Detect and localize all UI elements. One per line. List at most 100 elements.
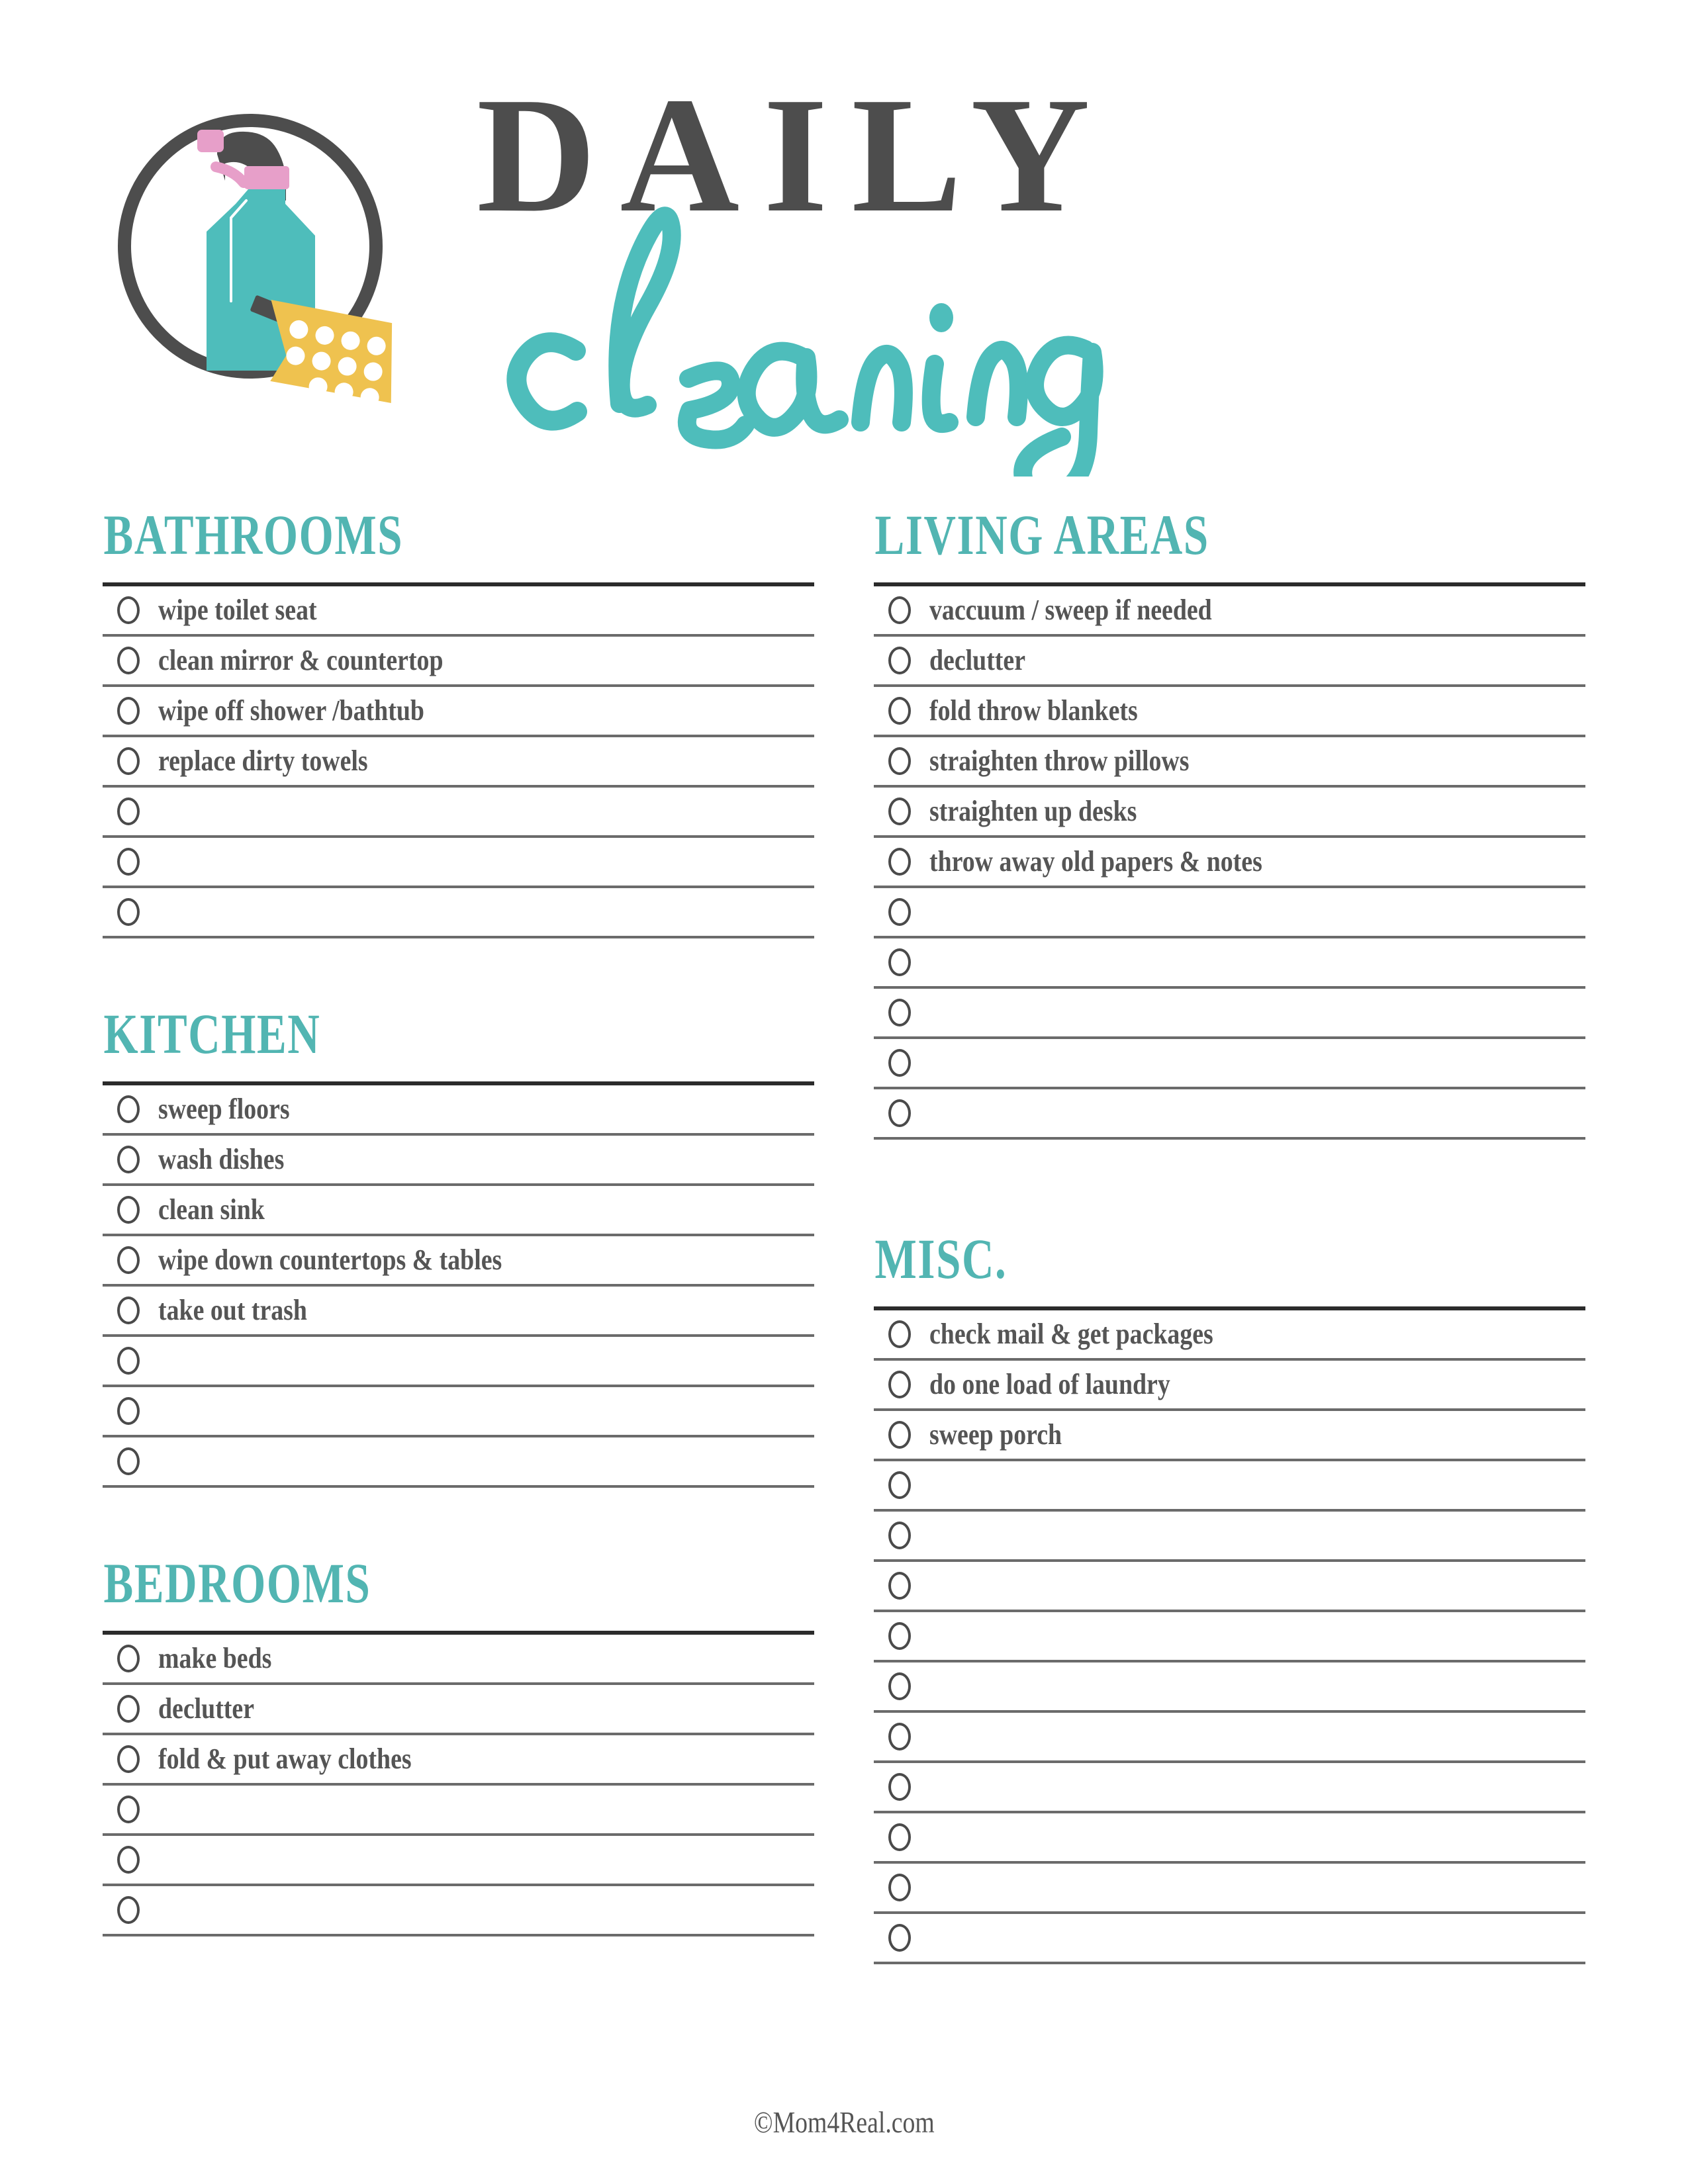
checkbox-circle-icon[interactable] xyxy=(117,697,140,725)
checklist-row-blank[interactable] xyxy=(103,788,814,838)
checkbox-circle-icon[interactable] xyxy=(888,1672,911,1700)
checklist-item-label: sweep floors xyxy=(158,1093,290,1125)
checklist-row[interactable]: wipe off shower /bathtub xyxy=(103,687,814,737)
checklist-row-blank[interactable] xyxy=(874,1713,1585,1763)
checklist-row-blank[interactable] xyxy=(874,1512,1585,1562)
checkbox-circle-icon[interactable] xyxy=(117,1447,140,1475)
checklist-row[interactable]: straighten throw pillows xyxy=(874,737,1585,788)
section-title-bedrooms: BEDROOMS xyxy=(103,1551,371,1615)
checklist-row[interactable]: vaccuum / sweep if needed xyxy=(874,586,1585,637)
checkbox-circle-icon[interactable] xyxy=(117,1796,140,1823)
checklist-row-blank[interactable] xyxy=(874,1662,1585,1713)
checklist-row[interactable]: throw away old papers & notes xyxy=(874,838,1585,888)
checkbox-circle-icon[interactable] xyxy=(117,1745,140,1773)
checklist-row-blank[interactable] xyxy=(874,1461,1585,1512)
checklist-row-blank[interactable] xyxy=(103,1387,814,1437)
checklist-living-areas: vaccuum / sweep if needed declutter fold… xyxy=(874,582,1585,1140)
checklist-row[interactable]: declutter xyxy=(103,1685,814,1735)
checklist-row-blank[interactable] xyxy=(874,888,1585,938)
left-column: BATHROOMS wipe toilet seat clean mirror … xyxy=(103,503,814,1936)
checklist-row[interactable]: replace dirty towels xyxy=(103,737,814,788)
checklist-row-blank[interactable] xyxy=(103,1786,814,1836)
checklist-row-blank[interactable] xyxy=(874,1039,1585,1089)
checkbox-circle-icon[interactable] xyxy=(117,1095,140,1123)
checklist-row-blank[interactable] xyxy=(103,838,814,888)
checkbox-circle-icon[interactable] xyxy=(117,898,140,926)
checklist-row[interactable]: wipe toilet seat xyxy=(103,586,814,637)
checkbox-circle-icon[interactable] xyxy=(117,1896,140,1924)
checkbox-circle-icon[interactable] xyxy=(117,1397,140,1425)
checkbox-circle-icon[interactable] xyxy=(117,596,140,624)
checkbox-circle-icon[interactable] xyxy=(117,647,140,674)
checkbox-circle-icon[interactable] xyxy=(888,697,911,725)
checkbox-circle-icon[interactable] xyxy=(888,848,911,876)
checkbox-circle-icon[interactable] xyxy=(888,647,911,674)
checklist-row-blank[interactable] xyxy=(874,1813,1585,1864)
checkbox-circle-icon[interactable] xyxy=(888,596,911,624)
checklist-bedrooms: make beds declutter fold & put away clot… xyxy=(103,1631,814,1936)
checkbox-circle-icon[interactable] xyxy=(888,1874,911,1901)
checklist-row[interactable]: sweep porch xyxy=(874,1411,1585,1461)
checkbox-circle-icon[interactable] xyxy=(117,1645,140,1672)
checkbox-circle-icon[interactable] xyxy=(117,848,140,876)
checkbox-circle-icon[interactable] xyxy=(888,1572,911,1600)
checkbox-circle-icon[interactable] xyxy=(888,1773,911,1801)
checklist-row-blank[interactable] xyxy=(874,1612,1585,1662)
checklist-row-blank[interactable] xyxy=(103,1836,814,1886)
checklist-row[interactable]: do one load of laundry xyxy=(874,1361,1585,1411)
checkbox-circle-icon[interactable] xyxy=(888,1320,911,1348)
checklist-row[interactable]: make beds xyxy=(103,1635,814,1685)
checkbox-circle-icon[interactable] xyxy=(117,1196,140,1224)
checklist-row[interactable]: clean mirror & countertop xyxy=(103,637,814,687)
checklist-row[interactable]: take out trash xyxy=(103,1287,814,1337)
checklist-row-blank[interactable] xyxy=(874,1763,1585,1813)
checkbox-circle-icon[interactable] xyxy=(117,797,140,825)
checkbox-circle-icon[interactable] xyxy=(888,1823,911,1851)
checkbox-circle-icon[interactable] xyxy=(888,948,911,976)
checkbox-circle-icon[interactable] xyxy=(888,1924,911,1952)
checkbox-circle-icon[interactable] xyxy=(888,1099,911,1127)
checkbox-circle-icon[interactable] xyxy=(888,898,911,926)
checklist-row-blank[interactable] xyxy=(874,1562,1585,1612)
checkbox-circle-icon[interactable] xyxy=(888,1723,911,1751)
checkbox-circle-icon[interactable] xyxy=(888,1471,911,1499)
checkbox-circle-icon[interactable] xyxy=(888,999,911,1026)
checklist-row[interactable]: wash dishes xyxy=(103,1136,814,1186)
checklist-row-blank[interactable] xyxy=(103,888,814,938)
checklist-row-blank[interactable] xyxy=(874,1914,1585,1964)
checklist-row-blank[interactable] xyxy=(103,1337,814,1387)
checklist-row[interactable]: wipe down countertops & tables xyxy=(103,1236,814,1287)
checkbox-circle-icon[interactable] xyxy=(888,1421,911,1449)
checkbox-circle-icon[interactable] xyxy=(888,1522,911,1549)
checkbox-circle-icon[interactable] xyxy=(117,1146,140,1173)
checklist-row-blank[interactable] xyxy=(874,1089,1585,1140)
checkbox-circle-icon[interactable] xyxy=(888,1371,911,1398)
checklist-row-blank[interactable] xyxy=(874,989,1585,1039)
checklist-row-blank[interactable] xyxy=(103,1886,814,1936)
checklist-row-blank[interactable] xyxy=(874,938,1585,989)
checkbox-circle-icon[interactable] xyxy=(888,797,911,825)
checklist-row[interactable]: declutter xyxy=(874,637,1585,687)
checklist-row-blank[interactable] xyxy=(103,1437,814,1488)
checklist-row[interactable]: clean sink xyxy=(103,1186,814,1236)
checkbox-circle-icon[interactable] xyxy=(117,1695,140,1723)
checklist-row[interactable]: fold throw blankets xyxy=(874,687,1585,737)
page-header: DAILY xyxy=(0,0,1688,504)
checkbox-circle-icon[interactable] xyxy=(117,1246,140,1274)
checkbox-circle-icon[interactable] xyxy=(888,1049,911,1077)
checkbox-circle-icon[interactable] xyxy=(117,1347,140,1375)
checkbox-circle-icon[interactable] xyxy=(117,1846,140,1874)
checkbox-circle-icon[interactable] xyxy=(888,1622,911,1650)
checklist-misc: check mail & get packages do one load of… xyxy=(874,1306,1585,1964)
checklist-row[interactable]: check mail & get packages xyxy=(874,1310,1585,1361)
checkbox-circle-icon[interactable] xyxy=(888,747,911,775)
spray-bottle-and-sponge-logo xyxy=(99,66,430,424)
checklist-row[interactable]: straighten up desks xyxy=(874,788,1585,838)
checklist-row[interactable]: fold & put away clothes xyxy=(103,1735,814,1786)
checklist-row-blank[interactable] xyxy=(874,1864,1585,1914)
checkbox-circle-icon[interactable] xyxy=(117,747,140,775)
checklist-item-label: sweep porch xyxy=(929,1418,1062,1451)
checkbox-circle-icon[interactable] xyxy=(117,1297,140,1324)
checklist-row[interactable]: sweep floors xyxy=(103,1085,814,1136)
